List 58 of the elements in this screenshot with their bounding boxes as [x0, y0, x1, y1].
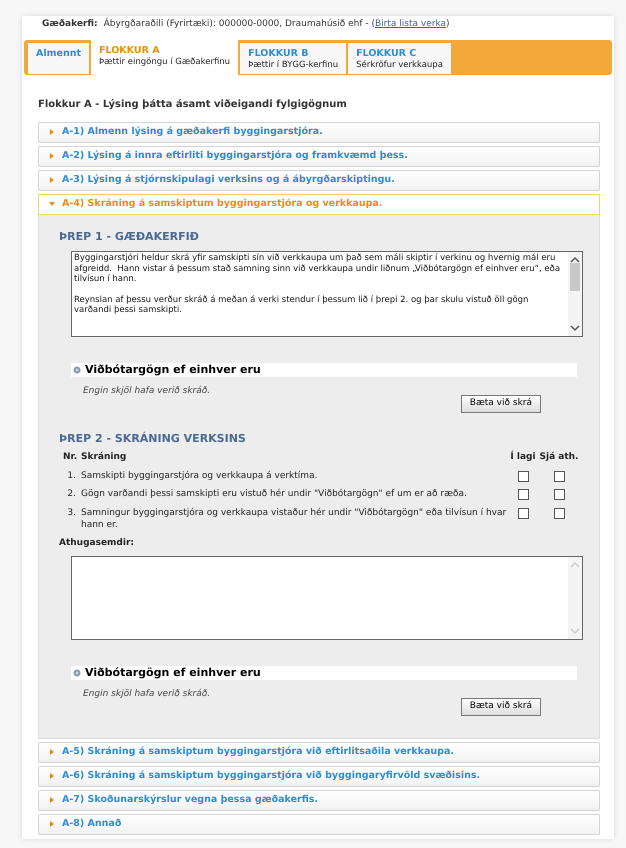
row-text: Samningur byggingarstjóra og verkkaupa vistaður hér undir "Viðbótargögn" eða tilvísun í hvar hann er. [81, 506, 507, 530]
tab[interactable]: FLOKKUR B Þættir í BYGG-kerfinu [240, 42, 346, 74]
empty-text: Engin skjöl hafa verið skráð. [82, 385, 212, 398]
section-header[interactable]: A-3) Lýsing á stjórnskipulagi verksins og á ábyrgðarskiptingu. [38, 170, 600, 190]
caret-right-icon [49, 821, 55, 827]
checkbox[interactable] [554, 489, 564, 500]
section-header[interactable]: A-1) Almenn lýsing á gæðakerfi byggingarstjóra. [38, 122, 600, 142]
tab[interactable]: FLOKKUR A Þættir eingöngu í Gæðakerfinu [91, 40, 238, 74]
description-text: Byggingarstjóri heldur skrá yfir samskipti sín við verkkaupa um það sem máli skiptir í verkinu og hvernig mál eru afgreidd. Hann vistar á þessum stað samning sinn við verkkaupa undir liðnum „Viðbótargögn ef einhver eru“, eða tilvísun í hann. [74, 253, 562, 284]
checkbox[interactable] [554, 508, 564, 518]
section-header[interactable]: A-7) Skoðunarskýrslur vegna þessa gæðakerfis. [38, 790, 600, 810]
caret-right-icon [49, 129, 55, 135]
attachments-title: Viðbótargögn ef einhver eru [85, 362, 261, 378]
header-label: Gæðakerfi: [42, 19, 98, 29]
step-title: ÞREP 2 - SKRÁNING VERKSINS [59, 430, 247, 446]
caret-down-icon [49, 201, 55, 207]
tab[interactable]: FLOKKUR C Sérkröfur verkkaupa [348, 42, 451, 74]
row-text: Samskipti byggingarstjóra og verkkaupa á verktíma. [81, 470, 318, 482]
scrollbar-thumb[interactable] [570, 263, 580, 291]
caret-right-icon [49, 749, 55, 755]
checkbox[interactable] [518, 489, 528, 500]
scroll-up-icon[interactable] [570, 256, 580, 263]
caret-right-icon [49, 773, 55, 779]
bullet-icon [73, 366, 81, 374]
add-file-button[interactable]: Bæta við skrá [460, 394, 541, 412]
section-header[interactable]: A-5) Skráning á samskiptum byggingarstjóra við eftirlitsaðila verkkaupa. [38, 742, 600, 762]
column-header: Nr. [62, 451, 78, 464]
row-number: 2. [66, 488, 77, 501]
row-text: Gögn varðandi þessi samskipti eru vistuð hér undir "Viðbótargögn" ef um er að ræða. [81, 488, 468, 500]
tab[interactable]: Almennt [28, 42, 90, 74]
description-field[interactable] [71, 251, 583, 337]
caret-right-icon [49, 153, 55, 159]
column-header: Sjá ath. [539, 451, 579, 464]
step-title: ÞREP 1 - GÆÐAKERFIÐ [59, 228, 200, 244]
attachments-title: Viðbótargögn ef einhver eru [85, 664, 261, 681]
header-text: Ábyrgðaraðili (Fyrirtæki): 000000-0000, Draumahúsið ehf - ( [104, 19, 375, 29]
section-header[interactable]: A-6) Skráning á samskiptum byggingarstjóra við byggingaryfirvöld svæðisins. [38, 766, 600, 786]
scroll-down-icon[interactable] [570, 325, 580, 332]
section-header[interactable]: A-8) Annað [38, 814, 600, 834]
caret-right-icon [49, 177, 55, 183]
header-text: ) [446, 19, 450, 29]
bullet-icon [73, 669, 81, 677]
column-header: Í lagi [509, 451, 537, 464]
section-header[interactable]: A-4) Skráning á samskiptum byggingarstjóra og verkkaupa. [38, 194, 600, 214]
add-file-button[interactable]: Bæta við skrá [460, 698, 541, 716]
comments-label: Athugasemdir: [59, 536, 136, 550]
row-number: 3. [66, 506, 77, 520]
description-text: Reynslan af þessu verður skráð á meðan á verki stendur í þessum lið í þrepi 2. og þar skulu vistuð öll gögn varðandi þessi samskipti. [74, 294, 530, 316]
page-heading: Flokkur A - Lýsing þátta ásamt viðeigandi fylgigögnum [37, 98, 348, 112]
section-header[interactable]: A-2) Lýsing á innra eftirliti byggingarstjóra og framkvæmd þess. [38, 146, 600, 166]
show-projects-link[interactable]: Birta lista verka [375, 19, 446, 29]
checkbox[interactable] [518, 470, 528, 482]
checkbox[interactable] [518, 508, 528, 518]
empty-text: Engin skjöl hafa verið skráð. [82, 688, 212, 701]
column-header: Skráning [81, 451, 128, 464]
row-number: 1. [66, 470, 77, 482]
checkbox[interactable] [554, 470, 564, 482]
caret-right-icon [49, 797, 55, 803]
